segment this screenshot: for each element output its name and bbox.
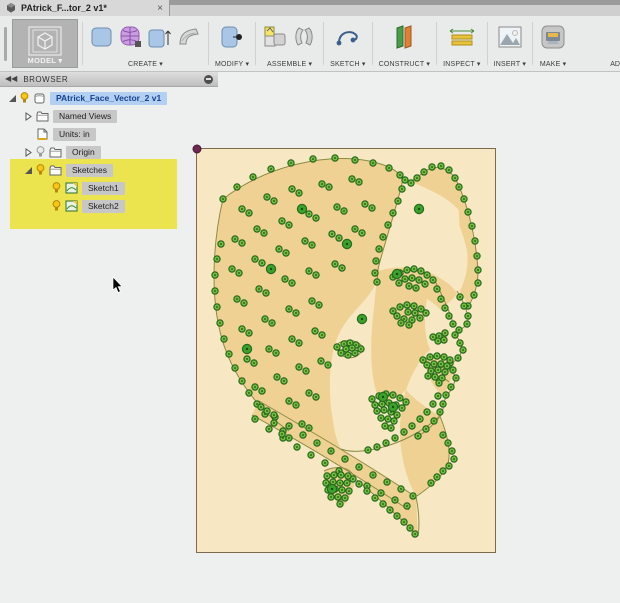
toolbar-overflow-label[interactable]: AD xyxy=(610,16,620,71)
toolbar-group-create: CREATE ▾ xyxy=(85,16,206,71)
construction-plane-icon[interactable] xyxy=(391,24,417,55)
collapsed-triangle-icon[interactable] xyxy=(22,111,34,121)
browser-item-sketch2[interactable]: Sketch2 xyxy=(0,199,218,213)
press-pull-icon[interactable] xyxy=(218,23,246,56)
toolbar-group-label[interactable]: CREATE ▾ xyxy=(128,60,163,68)
toolbar-group-label[interactable]: INSPECT ▾ xyxy=(443,60,480,68)
toolbar-separator xyxy=(255,22,257,65)
expanded-triangle-icon[interactable] xyxy=(6,94,18,103)
toolbar-grip xyxy=(0,16,10,71)
browser-panel-header[interactable]: ◀◀ BROWSER xyxy=(0,72,218,87)
model-cube-icon xyxy=(28,26,62,56)
toolbar-group-label[interactable]: CONSTRUCT ▾ xyxy=(379,60,430,68)
browser-item-sketches[interactable]: Sketches xyxy=(0,163,218,177)
toolbar-group-assemble: ASSEMBLE ▾ xyxy=(258,16,321,71)
create-form-icon[interactable] xyxy=(118,24,144,55)
toolbar-separator xyxy=(82,22,83,65)
sketch-origin-point xyxy=(192,144,202,154)
sketch-icon xyxy=(63,182,79,194)
toolbar-separator xyxy=(371,22,373,65)
browser-panel-title: BROWSER xyxy=(23,74,69,84)
browser-item-label[interactable]: Named Views xyxy=(53,109,118,123)
bulb-on-icon[interactable] xyxy=(18,92,31,104)
document-icon xyxy=(34,128,50,140)
bulb-off-icon[interactable] xyxy=(34,146,47,158)
fusion360-window: { "window": { "tab_title": "PAtrick_F...… xyxy=(0,0,620,603)
toolbar-group-label[interactable]: ASSEMBLE ▾ xyxy=(267,60,312,68)
insert-image-icon[interactable] xyxy=(497,25,523,54)
toolbar-group-inspect: INSPECT ▾ xyxy=(439,16,484,71)
toolbar-group-label[interactable]: INSERT ▾ xyxy=(494,60,526,68)
workspace-selector[interactable]: MODEL ▾ xyxy=(12,19,78,68)
toolbar-group-modify: MODIFY ▾ xyxy=(211,16,253,71)
toolbar-separator xyxy=(208,22,209,65)
extrude-icon[interactable] xyxy=(147,24,173,55)
folder-icon xyxy=(47,147,63,158)
browser-item-label[interactable]: Sketches xyxy=(66,163,113,177)
measure-icon[interactable] xyxy=(447,25,477,54)
tab-bar: PAtrick_F...tor_2 v1* × xyxy=(0,0,620,16)
main-toolbar: MODEL ▾ CREATE ▾ MODIFY ▾ ASSEMBLE ▾ SKETCH… xyxy=(0,16,620,72)
document-cube-icon xyxy=(7,3,15,13)
folder-icon xyxy=(34,111,50,122)
mouse-cursor xyxy=(112,276,123,293)
toolbar-group-sketch: SKETCH ▾ xyxy=(326,16,369,71)
display-settings-icon[interactable] xyxy=(204,74,213,84)
toolbar-group-construct: CONSTRUCT ▾ xyxy=(375,16,434,71)
toolbar-group-label[interactable]: MAKE ▾ xyxy=(540,60,567,68)
component-icon xyxy=(31,92,47,104)
toolbar-separator xyxy=(436,22,438,65)
primitive-box-icon[interactable] xyxy=(89,24,115,55)
sweep-icon[interactable] xyxy=(176,24,202,55)
tab-close-icon[interactable]: × xyxy=(157,3,163,13)
browser-item-label[interactable]: Origin xyxy=(66,145,101,159)
new-component-icon[interactable] xyxy=(262,24,288,55)
collapsed-triangle-icon[interactable] xyxy=(22,147,34,157)
document-tab[interactable]: PAtrick_F...tor_2 v1* × xyxy=(0,0,170,16)
toolbar-separator xyxy=(486,22,488,65)
browser-tree: PAtrick_Face_Vector_2 v1 Named Views Units… xyxy=(0,91,218,217)
toolbar-group-label[interactable]: SKETCH ▾ xyxy=(330,60,365,68)
toolbar-group-insert: INSERT ▾ xyxy=(490,16,530,71)
browser-item-label[interactable]: Sketch2 xyxy=(82,199,125,213)
expanded-triangle-icon[interactable] xyxy=(22,166,34,175)
bulb-on-icon[interactable] xyxy=(50,200,63,212)
bulb-on-icon[interactable] xyxy=(34,164,47,176)
toolbar-group-make: MAKE ▾ xyxy=(535,16,571,71)
document-tab-title: PAtrick_F...tor_2 v1* xyxy=(21,3,107,13)
sketch-plane[interactable] xyxy=(192,144,496,553)
joint-icon[interactable] xyxy=(291,24,317,55)
toolbar-separator xyxy=(532,22,534,65)
browser-item-label[interactable]: Units: in xyxy=(53,127,96,141)
browser-item-root[interactable]: PAtrick_Face_Vector_2 v1 xyxy=(0,91,218,105)
browser-item-label[interactable]: Sketch1 xyxy=(82,181,125,195)
browser-item-origin[interactable]: Origin xyxy=(0,145,218,159)
browser-item-units[interactable]: Units: in xyxy=(0,127,218,141)
browser-item-named-views[interactable]: Named Views xyxy=(0,109,218,123)
browser-item-label[interactable]: PAtrick_Face_Vector_2 v1 xyxy=(50,91,168,105)
toolbar-separator xyxy=(323,22,325,65)
bulb-on-icon[interactable] xyxy=(50,182,63,194)
sketch-icon xyxy=(63,200,79,212)
sketch-spline-icon[interactable] xyxy=(334,24,362,55)
toolbar-group-label[interactable]: MODIFY ▾ xyxy=(215,60,249,68)
collapse-panel-icon[interactable]: ◀◀ xyxy=(5,75,17,83)
folder-icon xyxy=(47,165,63,176)
3d-print-icon[interactable] xyxy=(539,24,567,55)
face-vector-sketch[interactable] xyxy=(192,144,495,552)
workspace-label: MODEL ▾ xyxy=(27,56,63,65)
toolbar-groups: CREATE ▾ MODIFY ▾ ASSEMBLE ▾ SKETCH ▾ CONSTR… xyxy=(80,16,610,71)
browser-item-sketch1[interactable]: Sketch1 xyxy=(0,181,218,195)
